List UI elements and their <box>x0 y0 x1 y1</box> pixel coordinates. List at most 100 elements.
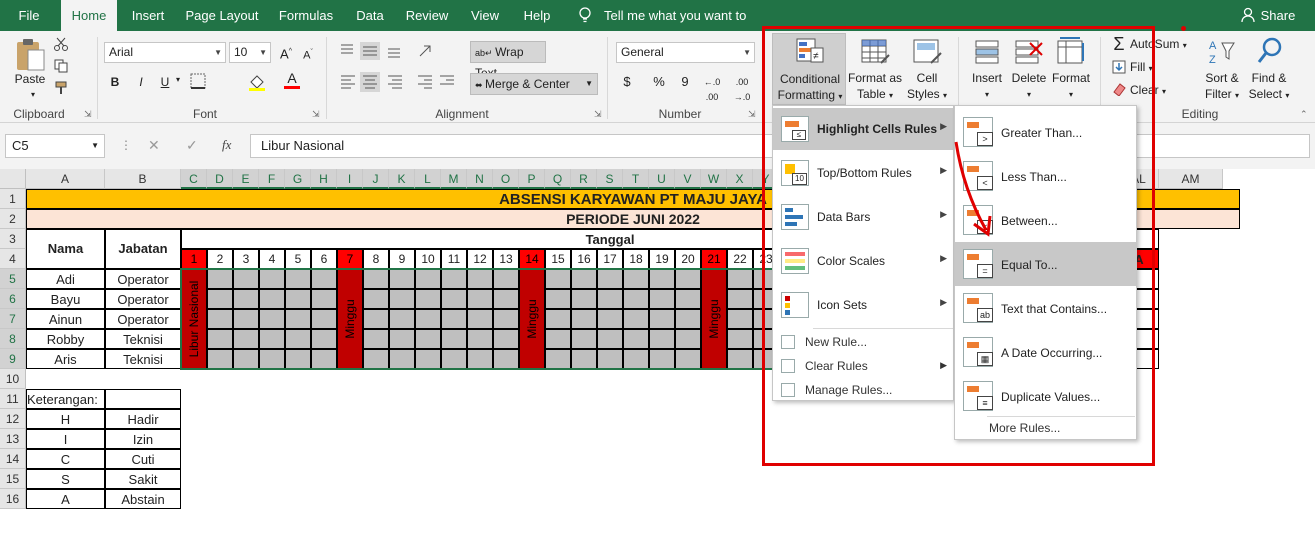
tab-file[interactable]: File <box>6 0 52 31</box>
column-header[interactable]: T <box>623 169 649 189</box>
row-header[interactable]: 9 <box>0 349 26 369</box>
vertical-align-icons[interactable] <box>338 42 438 60</box>
day-number-cell[interactable]: 1 <box>181 249 207 269</box>
row-header[interactable]: 3 <box>0 229 26 249</box>
attendance-cell[interactable] <box>727 289 753 309</box>
attendance-cell[interactable] <box>571 349 597 369</box>
row-header[interactable]: 10 <box>0 369 26 389</box>
legend-code-cell[interactable]: H <box>26 409 105 429</box>
find-select-button[interactable]: Find & <box>1246 71 1292 86</box>
column-header[interactable]: W <box>701 169 727 189</box>
attendance-cell[interactable] <box>493 329 519 349</box>
attendance-cell[interactable] <box>389 289 415 309</box>
attendance-cell[interactable] <box>597 349 623 369</box>
underline-button[interactable]: U <box>158 75 172 90</box>
row-header[interactable]: 12 <box>0 409 26 429</box>
day-number-cell[interactable]: 3 <box>233 249 259 269</box>
day-number-cell[interactable]: 13 <box>493 249 519 269</box>
attendance-cell[interactable] <box>623 269 649 289</box>
row-header[interactable]: 13 <box>0 429 26 449</box>
attendance-cell[interactable] <box>597 289 623 309</box>
attendance-cell[interactable] <box>285 289 311 309</box>
row-header[interactable]: 5 <box>0 269 26 289</box>
day-number-cell[interactable]: 10 <box>415 249 441 269</box>
column-header[interactable]: K <box>389 169 415 189</box>
legend-title-cell[interactable]: Keterangan: <box>26 389 105 409</box>
employee-jabatan-cell[interactable]: Operator <box>105 289 181 309</box>
column-header[interactable]: L <box>415 169 441 189</box>
comma-style-button[interactable]: 9 <box>676 74 694 89</box>
employee-name-cell[interactable]: Adi <box>26 269 105 289</box>
font-color-icon[interactable]: A <box>284 71 300 89</box>
attendance-cell[interactable] <box>233 349 259 369</box>
column-header[interactable]: AM <box>1159 169 1223 189</box>
attendance-cell[interactable] <box>441 329 467 349</box>
attendance-cell[interactable] <box>259 269 285 289</box>
employee-name-cell[interactable]: Ainun <box>26 309 105 329</box>
attendance-cell[interactable] <box>467 289 493 309</box>
column-header[interactable]: V <box>675 169 701 189</box>
clipboard-launcher-icon[interactable]: ⇲ <box>84 109 92 120</box>
column-header[interactable]: C <box>181 169 207 189</box>
row-header[interactable]: 1 <box>0 189 26 209</box>
underline-dropdown-icon[interactable]: ▾ <box>176 75 180 84</box>
attendance-cell[interactable] <box>441 289 467 309</box>
wrap-text-button[interactable]: ab↵ Wrap Text <box>470 41 546 80</box>
row-header[interactable]: 8 <box>0 329 26 349</box>
attendance-cell[interactable] <box>259 349 285 369</box>
tab-help[interactable]: Help <box>516 0 558 31</box>
increase-decimal-icon[interactable]: ←.0.00 <box>700 75 724 105</box>
row-header[interactable]: 2 <box>0 209 26 229</box>
attendance-cell[interactable] <box>259 329 285 349</box>
font-size-combo[interactable]: 10 ▼ <box>229 42 271 63</box>
attendance-cell[interactable] <box>415 289 441 309</box>
attendance-cell[interactable] <box>441 349 467 369</box>
paste-dropdown-icon[interactable]: ▾ <box>28 87 38 102</box>
attendance-cell[interactable] <box>623 329 649 349</box>
attendance-cell[interactable] <box>311 289 337 309</box>
day-number-cell[interactable]: 8 <box>363 249 389 269</box>
attendance-cell[interactable] <box>675 309 701 329</box>
employee-name-cell[interactable]: Robby <box>26 329 105 349</box>
row-header[interactable]: 14 <box>0 449 26 469</box>
sort-filter-button[interactable]: Sort & <box>1200 71 1244 86</box>
attendance-cell[interactable] <box>363 309 389 329</box>
attendance-cell[interactable] <box>727 329 753 349</box>
day-number-cell[interactable]: 22 <box>727 249 753 269</box>
insert-function-button[interactable]: fx <box>222 137 231 153</box>
attendance-cell[interactable] <box>597 269 623 289</box>
day-number-cell[interactable]: 15 <box>545 249 571 269</box>
attendance-cell[interactable] <box>207 349 233 369</box>
employee-jabatan-cell[interactable]: Teknisi <box>105 349 181 369</box>
attendance-cell[interactable] <box>493 269 519 289</box>
font-launcher-icon[interactable]: ⇲ <box>312 109 320 120</box>
attendance-cell[interactable] <box>233 289 259 309</box>
attendance-cell[interactable] <box>389 309 415 329</box>
tab-review[interactable]: Review <box>400 0 454 31</box>
attendance-cell[interactable] <box>389 349 415 369</box>
attendance-cell[interactable] <box>233 309 259 329</box>
attendance-cell[interactable] <box>285 309 311 329</box>
attendance-cell[interactable] <box>545 289 571 309</box>
attendance-cell[interactable] <box>259 289 285 309</box>
select-all-corner[interactable] <box>0 169 26 189</box>
attendance-cell[interactable] <box>311 349 337 369</box>
column-header[interactable]: B <box>105 169 181 189</box>
find-select-icon[interactable] <box>1256 37 1284 65</box>
day-number-cell[interactable]: 17 <box>597 249 623 269</box>
day-number-cell[interactable]: 7 <box>337 249 363 269</box>
attendance-cell[interactable] <box>207 269 233 289</box>
increase-font-icon[interactable]: A^ <box>279 44 293 61</box>
cancel-entry-icon[interactable]: ✕ <box>148 137 160 154</box>
attendance-cell[interactable] <box>389 269 415 289</box>
attendance-cell[interactable] <box>571 289 597 309</box>
sort-filter-icon[interactable]: AZ <box>1208 37 1238 65</box>
attendance-cell[interactable] <box>545 349 571 369</box>
row-header[interactable]: 7 <box>0 309 26 329</box>
attendance-cell[interactable] <box>415 269 441 289</box>
employee-jabatan-cell[interactable]: Operator <box>105 309 181 329</box>
attendance-cell[interactable] <box>415 349 441 369</box>
attendance-cell[interactable] <box>207 329 233 349</box>
header-jabatan[interactable]: Jabatan <box>105 229 181 269</box>
column-header[interactable]: I <box>337 169 363 189</box>
